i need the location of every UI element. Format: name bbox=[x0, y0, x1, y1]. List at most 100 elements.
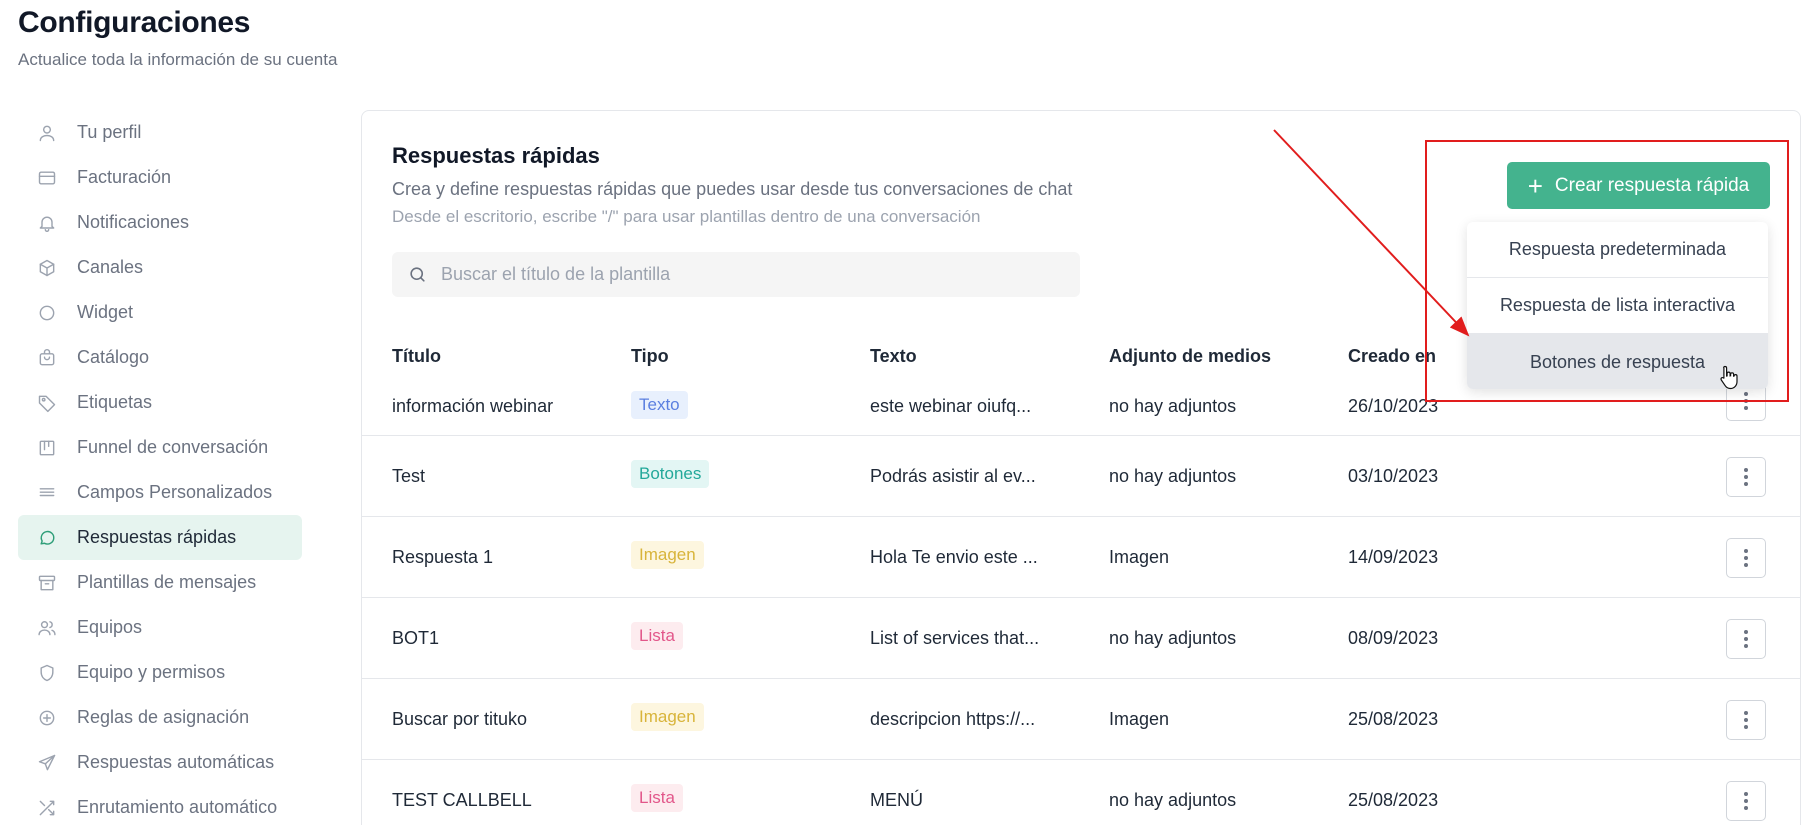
credit-card-icon bbox=[36, 167, 58, 189]
sidebar-item-billing[interactable]: Facturación bbox=[18, 155, 302, 200]
tag-icon bbox=[36, 392, 58, 414]
settings-sidebar: Tu perfil Facturación Notificaciones Can… bbox=[18, 110, 302, 825]
type-badge: Botones bbox=[631, 460, 710, 488]
sidebar-item-assignment-rules[interactable]: Reglas de asignación bbox=[18, 695, 302, 740]
sidebar-item-label: Campos Personalizados bbox=[77, 482, 273, 502]
page-title: Configuraciones bbox=[18, 6, 251, 39]
sidebar-item-channels[interactable]: Canales bbox=[18, 245, 302, 290]
sidebar-item-label: Widget bbox=[77, 302, 134, 322]
column-header-title: Título bbox=[392, 346, 441, 366]
sidebar-item-auto-routing[interactable]: Enrutamiento automático bbox=[18, 785, 302, 825]
archive-icon bbox=[36, 572, 58, 594]
table-row[interactable]: TEST CALLBELL Lista MENÚ no hay adjuntos… bbox=[362, 760, 1800, 825]
dropdown-item-interactive-list[interactable]: Respuesta de lista interactiva bbox=[1467, 278, 1768, 334]
row-title: información webinar bbox=[392, 396, 554, 416]
type-badge: Imagen bbox=[631, 703, 704, 731]
sidebar-item-team-permissions[interactable]: Equipo y permisos bbox=[18, 650, 302, 695]
row-media: no hay adjuntos bbox=[1109, 396, 1237, 416]
card-title: Respuestas rápidas bbox=[392, 143, 600, 168]
row-text: descripcion https://... bbox=[870, 709, 1036, 729]
sidebar-item-quick-replies[interactable]: Respuestas rápidas bbox=[18, 515, 302, 560]
type-badge: Texto bbox=[631, 391, 688, 419]
sidebar-item-catalog[interactable]: Catálogo bbox=[18, 335, 302, 380]
row-media: Imagen bbox=[1109, 709, 1170, 729]
type-badge: Imagen bbox=[631, 541, 704, 569]
sidebar-item-notifications[interactable]: Notificaciones bbox=[18, 200, 302, 245]
search-input[interactable] bbox=[441, 264, 1041, 285]
row-media: no hay adjuntos bbox=[1109, 790, 1237, 810]
row-text: Podrás asistir al ev... bbox=[870, 466, 1036, 486]
shopping-bag-icon bbox=[36, 347, 58, 369]
sidebar-item-profile[interactable]: Tu perfil bbox=[18, 110, 302, 155]
table-row[interactable]: Buscar por tituko Imagen descripcion htt… bbox=[362, 679, 1800, 760]
quick-replies-card: Respuestas rápidas Crea y define respues… bbox=[361, 110, 1801, 825]
row-text: MENÚ bbox=[870, 790, 923, 810]
row-text: List of services that... bbox=[870, 628, 1040, 648]
hand-pointer-icon bbox=[1720, 365, 1738, 390]
shuffle-icon bbox=[36, 797, 58, 819]
row-created: 03/10/2023 bbox=[1348, 466, 1439, 486]
table-row[interactable]: BOT1 Lista List of services that... no h… bbox=[362, 598, 1800, 679]
kanban-icon bbox=[36, 437, 58, 459]
sidebar-item-message-templates[interactable]: Plantillas de mensajes bbox=[18, 560, 302, 605]
sidebar-item-label: Equipos bbox=[77, 617, 143, 637]
row-created: 08/09/2023 bbox=[1348, 628, 1439, 648]
sidebar-item-auto-replies[interactable]: Respuestas automáticas bbox=[18, 740, 302, 785]
sidebar-item-label: Canales bbox=[77, 257, 144, 277]
type-badge: Lista bbox=[631, 622, 683, 650]
row-actions-button[interactable] bbox=[1726, 538, 1766, 578]
sidebar-item-label: Funnel de conversación bbox=[77, 437, 269, 457]
sidebar-item-teams[interactable]: Equipos bbox=[18, 605, 302, 650]
dropdown-item-default-reply[interactable]: Respuesta predeterminada bbox=[1467, 222, 1768, 278]
table-row[interactable]: Test Botones Podrás asistir al ev... no … bbox=[362, 436, 1800, 517]
row-actions-button[interactable] bbox=[1726, 700, 1766, 740]
sidebar-item-label: Equipo y permisos bbox=[77, 662, 226, 682]
search-box bbox=[392, 252, 1080, 297]
page-header: Configuraciones Actualice toda la inform… bbox=[18, 6, 337, 70]
page-subtitle: Actualice toda la información de su cuen… bbox=[18, 50, 338, 69]
plus-circle-icon bbox=[36, 707, 58, 729]
column-header-type: Tipo bbox=[631, 346, 669, 366]
sidebar-item-custom-fields[interactable]: Campos Personalizados bbox=[18, 470, 302, 515]
row-media: Imagen bbox=[1109, 547, 1170, 567]
sidebar-item-label: Facturación bbox=[77, 167, 172, 187]
chat-bubble-icon bbox=[36, 527, 58, 549]
sidebar-item-label: Enrutamiento automático bbox=[77, 797, 278, 817]
row-media: no hay adjuntos bbox=[1109, 628, 1237, 648]
row-title: Respuesta 1 bbox=[392, 547, 494, 567]
create-quick-reply-button[interactable]: + Crear respuesta rápida bbox=[1507, 162, 1770, 209]
row-actions-button[interactable] bbox=[1726, 457, 1766, 497]
more-vertical-icon bbox=[1744, 468, 1748, 486]
row-actions-button[interactable] bbox=[1726, 619, 1766, 659]
users-icon bbox=[36, 617, 58, 639]
row-title: Test bbox=[392, 466, 426, 486]
sidebar-item-label: Etiquetas bbox=[77, 392, 153, 412]
shield-icon bbox=[36, 662, 58, 684]
sidebar-item-label: Notificaciones bbox=[77, 212, 190, 232]
row-created: 26/10/2023 bbox=[1348, 396, 1439, 416]
lines-icon bbox=[36, 482, 58, 504]
card-hint: Desde el escritorio, escribe "/" para us… bbox=[392, 207, 981, 226]
table-body: información webinar Texto este webinar o… bbox=[362, 376, 1800, 825]
row-text: Hola Te envio este ... bbox=[870, 547, 1038, 567]
card-description: Crea y define respuestas rápidas que pue… bbox=[392, 179, 1073, 199]
more-vertical-icon bbox=[1744, 392, 1748, 410]
cube-icon bbox=[36, 257, 58, 279]
circle-icon bbox=[36, 302, 58, 324]
row-actions-button[interactable] bbox=[1726, 781, 1766, 821]
search-icon bbox=[410, 267, 425, 282]
sidebar-item-label: Reglas de asignación bbox=[77, 707, 250, 727]
sidebar-item-tags[interactable]: Etiquetas bbox=[18, 380, 302, 425]
sidebar-item-label: Tu perfil bbox=[77, 122, 142, 142]
sidebar-item-label: Plantillas de mensajes bbox=[77, 572, 257, 592]
table-row[interactable]: Respuesta 1 Imagen Hola Te envio este ..… bbox=[362, 517, 1800, 598]
column-header-created: Creado en bbox=[1348, 346, 1437, 366]
row-media: no hay adjuntos bbox=[1109, 466, 1237, 486]
row-created: 25/08/2023 bbox=[1348, 790, 1439, 810]
sidebar-item-widget[interactable]: Widget bbox=[18, 290, 302, 335]
sidebar-item-funnel[interactable]: Funnel de conversación bbox=[18, 425, 302, 470]
row-created: 14/09/2023 bbox=[1348, 547, 1439, 567]
more-vertical-icon bbox=[1744, 630, 1748, 648]
plus-icon: + bbox=[1527, 170, 1543, 201]
row-title: BOT1 bbox=[392, 628, 440, 648]
